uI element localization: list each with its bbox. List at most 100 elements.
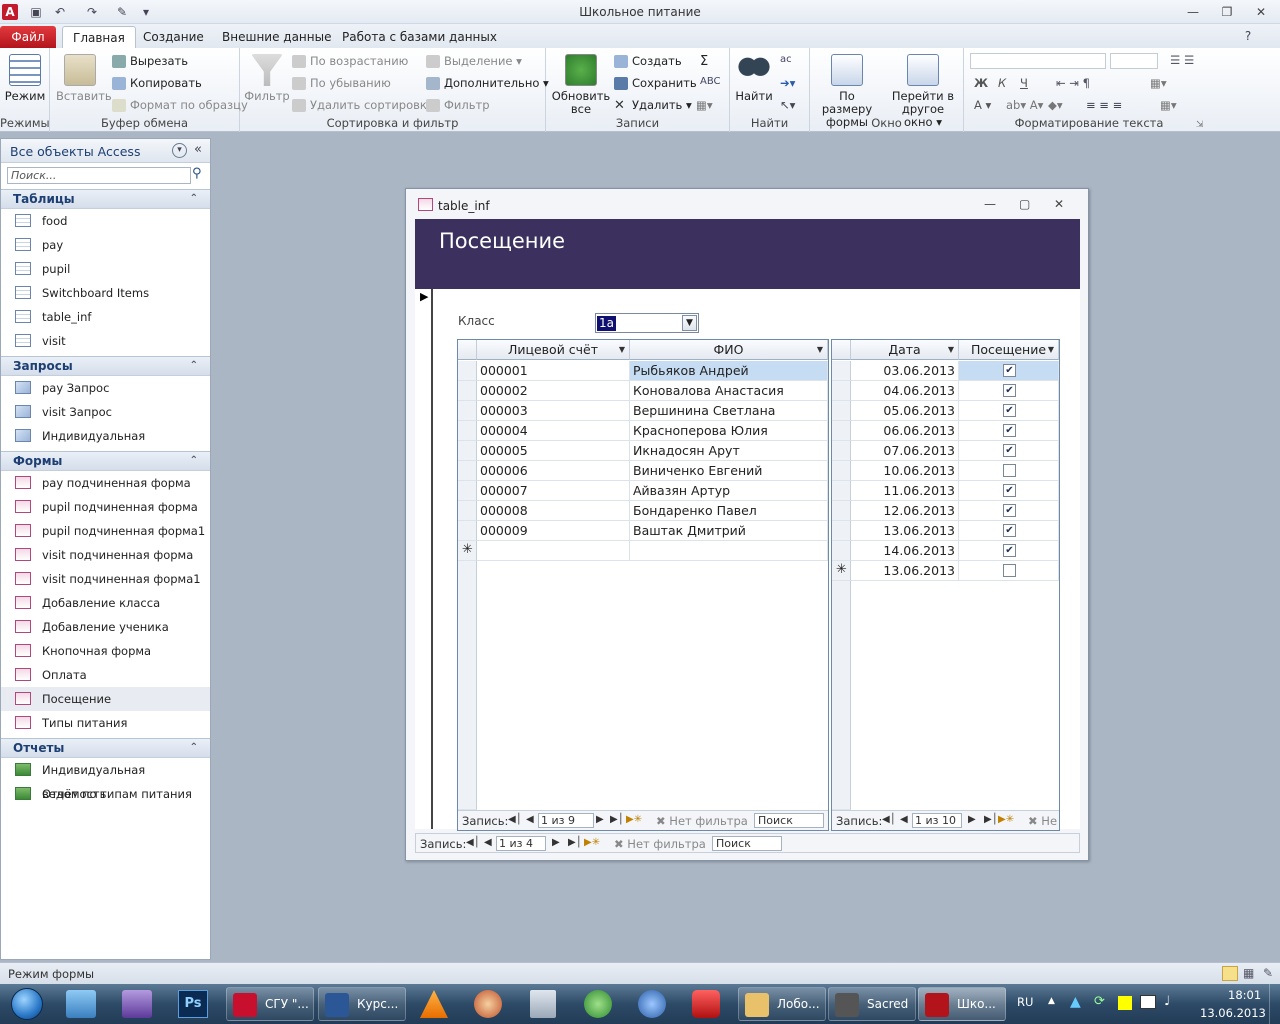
account-cell[interactable]: 000005 xyxy=(477,441,630,461)
view-button[interactable]: Режим xyxy=(4,54,46,103)
show-desktop-button[interactable] xyxy=(1269,984,1280,1024)
date-cell[interactable]: 13.06.2013 xyxy=(851,521,959,541)
collapse-pane-icon[interactable]: « xyxy=(194,142,202,157)
nav-item[interactable]: visit xyxy=(1,329,210,353)
pupils-filter-indicator[interactable]: ✖ Нет фильтра xyxy=(656,814,748,828)
date-cell[interactable]: 12.06.2013 xyxy=(851,501,959,521)
visit-cell[interactable] xyxy=(959,561,1059,581)
col-header-visit[interactable]: Посещение ▼ xyxy=(959,340,1059,360)
dialog-launcher-icon[interactable]: ⇲ xyxy=(1196,120,1204,130)
row-selector[interactable] xyxy=(458,501,477,521)
sort-asc-button[interactable]: По возрастанию xyxy=(292,54,408,68)
nav-item[interactable]: Оплата xyxy=(1,663,210,687)
row-selector[interactable] xyxy=(832,441,851,461)
copy-button[interactable]: Копировать xyxy=(112,76,202,90)
row-selector[interactable] xyxy=(832,361,851,381)
first-record-icon[interactable]: ◀│ xyxy=(882,814,896,825)
account-cell[interactable]: 000004 xyxy=(477,421,630,441)
nav-item[interactable]: pupil xyxy=(1,257,210,281)
visit-cell[interactable]: ✔ xyxy=(959,541,1059,561)
nav-item[interactable]: pay подчиненная форма xyxy=(1,471,210,495)
advanced-button[interactable]: Дополнительно ▾ xyxy=(426,76,549,90)
pupils-corner[interactable] xyxy=(458,340,477,360)
form-close-button[interactable]: ✕ xyxy=(1054,197,1064,211)
form-record-counter[interactable]: 1 из 4 xyxy=(496,836,546,851)
underline-icon[interactable]: Ч xyxy=(1020,76,1028,90)
format-painter-button[interactable]: Формат по образцу xyxy=(112,98,248,112)
row-selector[interactable] xyxy=(458,441,477,461)
new-record-nav-icon[interactable]: ▶✳ xyxy=(998,814,1014,825)
next-record-icon[interactable]: ▶ xyxy=(596,814,604,825)
nav-item[interactable]: visit подчиненная форма xyxy=(1,543,210,567)
nav-item[interactable]: visit Запрос xyxy=(1,400,210,424)
nav-pane-header[interactable]: Все объекты Access ▾ « xyxy=(1,139,210,163)
nav-search-input[interactable]: Поиск... xyxy=(7,167,191,184)
row-selector[interactable]: ✳ xyxy=(832,561,851,581)
visit-checkbox[interactable]: ✔ xyxy=(1003,384,1016,397)
row-selector[interactable] xyxy=(458,421,477,441)
section-collapse-chevron-icon[interactable]: ⌃ xyxy=(190,190,198,208)
account-cell[interactable]: 000002 xyxy=(477,381,630,401)
record-selector[interactable]: ▶ xyxy=(415,289,433,829)
notes-icon[interactable] xyxy=(1118,996,1132,1010)
find-button[interactable]: Найти xyxy=(732,54,776,103)
delete-record-button[interactable]: ✕ Удалить ▾ xyxy=(614,98,692,112)
virtualbox-icon[interactable] xyxy=(66,990,96,1018)
col-header-fio[interactable]: ФИО ▼ xyxy=(630,340,828,360)
nav-item[interactable]: Отчёт по типам питания xyxy=(1,782,210,806)
select-icon[interactable]: ↖▾ xyxy=(780,98,795,112)
indent-icons[interactable]: ⇤ ⇥ ¶ xyxy=(1056,76,1090,90)
cut-button[interactable]: Вырезать xyxy=(112,54,188,68)
replace-icon[interactable]: ac xyxy=(780,54,792,65)
date-cell[interactable]: 11.06.2013 xyxy=(851,481,959,501)
row-selector[interactable] xyxy=(832,421,851,441)
row-selector[interactable] xyxy=(832,521,851,541)
fio-cell[interactable]: Икнадосян Арут xyxy=(630,441,828,461)
filter-button[interactable]: Фильтр xyxy=(244,54,290,103)
account-cell[interactable]: 000003 xyxy=(477,401,630,421)
fio-cell[interactable]: Виниченко Евгений xyxy=(630,461,828,481)
combo-dropdown-icon[interactable]: ▼ xyxy=(682,315,697,331)
calculator-icon[interactable] xyxy=(530,990,556,1018)
row-selector[interactable] xyxy=(832,401,851,421)
next-record-icon[interactable]: ▶ xyxy=(552,837,560,848)
gridlines-icon[interactable]: ▦▾ xyxy=(1150,76,1167,90)
account-cell[interactable]: 000008 xyxy=(477,501,630,521)
close-button[interactable]: ✕ xyxy=(1248,3,1274,21)
row-selector[interactable]: ✳ xyxy=(458,541,477,561)
nav-section-reports[interactable]: Отчеты ⌃ xyxy=(1,738,210,758)
help-icon[interactable]: ? xyxy=(1240,28,1256,44)
taskbar-item[interactable]: Sacred xyxy=(828,987,916,1021)
visit-checkbox[interactable]: ✔ xyxy=(1003,504,1016,517)
visit-checkbox[interactable] xyxy=(1003,564,1016,577)
visit-cell[interactable]: ✔ xyxy=(959,401,1059,421)
visit-checkbox[interactable]: ✔ xyxy=(1003,404,1016,417)
fio-cell[interactable]: Айвазян Артур xyxy=(630,481,828,501)
prev-record-icon[interactable]: ◀ xyxy=(484,837,492,848)
nav-item[interactable]: visit подчиненная форма1 xyxy=(1,567,210,591)
language-indicator[interactable]: RU xyxy=(1017,995,1033,1009)
start-button[interactable] xyxy=(2,984,52,1024)
fio-cell[interactable]: Ваштак Дмитрий xyxy=(630,521,828,541)
browser-icon[interactable] xyxy=(638,990,666,1018)
account-cell[interactable] xyxy=(477,541,630,561)
media-icon[interactable] xyxy=(692,990,720,1018)
section-collapse-chevron-icon[interactable]: ⌃ xyxy=(190,452,198,470)
fio-cell[interactable]: Вершинина Светлана xyxy=(630,401,828,421)
network-icon[interactable]: ▲ xyxy=(1070,994,1081,1010)
form-view-icon[interactable] xyxy=(1222,966,1238,981)
col-header-date[interactable]: Дата ▼ xyxy=(851,340,959,360)
visit-checkbox[interactable]: ✔ xyxy=(1003,364,1016,377)
last-record-icon[interactable]: ▶│ xyxy=(610,814,624,825)
nav-item[interactable]: Индивидуальная ведомость xyxy=(1,758,210,801)
more-records-icon[interactable]: ▦▾ xyxy=(696,98,713,112)
visit-cell[interactable]: ✔ xyxy=(959,361,1059,381)
pupils-search-input[interactable]: Поиск xyxy=(754,813,824,828)
tab-create[interactable]: Создание xyxy=(133,26,214,48)
visit-cell[interactable]: ✔ xyxy=(959,501,1059,521)
fio-cell[interactable]: Красноперова Юлия xyxy=(630,421,828,441)
form-maximize-button[interactable]: ▢ xyxy=(1019,197,1030,211)
date-cell[interactable]: 10.06.2013 xyxy=(851,461,959,481)
row-selector[interactable] xyxy=(458,461,477,481)
account-cell[interactable]: 000007 xyxy=(477,481,630,501)
